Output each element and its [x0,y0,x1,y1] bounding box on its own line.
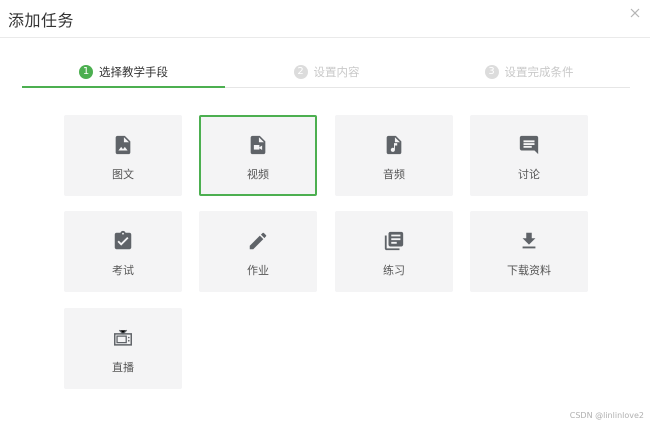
pencil-icon [247,230,269,252]
tv-icon [112,327,134,349]
dialog-header: 添加任务 [0,0,650,38]
download-icon [518,230,540,252]
option-label: 图文 [112,168,134,181]
option-label: 讨论 [518,168,540,181]
dialog-title: 添加任务 [8,11,75,30]
clipboard-check-icon [112,230,134,252]
watermark: CSDN @linlinlove2 [569,411,644,420]
option-label: 考试 [112,264,134,277]
steps-bar: 1 选择教学手段 2 设置内容 3 设置完成条件 [22,56,630,90]
step-number: 3 [484,65,499,79]
option-card-live[interactable]: 直播 [64,308,182,389]
option-card-audio[interactable]: 音频 [335,115,453,196]
option-label: 直播 [112,361,134,374]
option-card-exam[interactable]: 考试 [64,211,182,292]
option-label: 作业 [247,264,269,277]
step-label: 设置内容 [313,65,360,79]
library-books-icon [383,230,405,252]
active-step-indicator [22,86,225,88]
option-card-download[interactable]: 下载资料 [470,211,588,292]
option-label: 音频 [383,168,405,181]
option-card-homework[interactable]: 作业 [199,211,317,292]
add-task-dialog: 添加任务 1 选择教学手段 2 设置内容 3 设置完成条件 图文 视频 音频 讨… [0,0,650,424]
option-card-video[interactable]: 视频 [199,115,317,196]
step-2[interactable]: 2 设置内容 [225,56,428,88]
step-3[interactable]: 3 设置完成条件 [428,56,630,88]
step-number: 2 [293,65,308,79]
option-label: 下载资料 [507,264,551,277]
option-card-image-text[interactable]: 图文 [64,115,182,196]
audio-file-icon [383,134,405,156]
step-label: 设置完成条件 [504,65,574,79]
option-label: 视频 [247,168,269,181]
option-card-discussion[interactable]: 讨论 [470,115,588,196]
step-label: 选择教学手段 [99,65,168,79]
image-file-icon [112,134,134,156]
close-icon[interactable] [628,6,642,20]
step-1[interactable]: 1 选择教学手段 [22,56,225,88]
step-number: 1 [79,65,93,79]
video-file-icon [247,134,269,156]
option-label: 练习 [383,264,405,277]
option-card-practice[interactable]: 练习 [335,211,453,292]
comment-icon [518,134,540,156]
